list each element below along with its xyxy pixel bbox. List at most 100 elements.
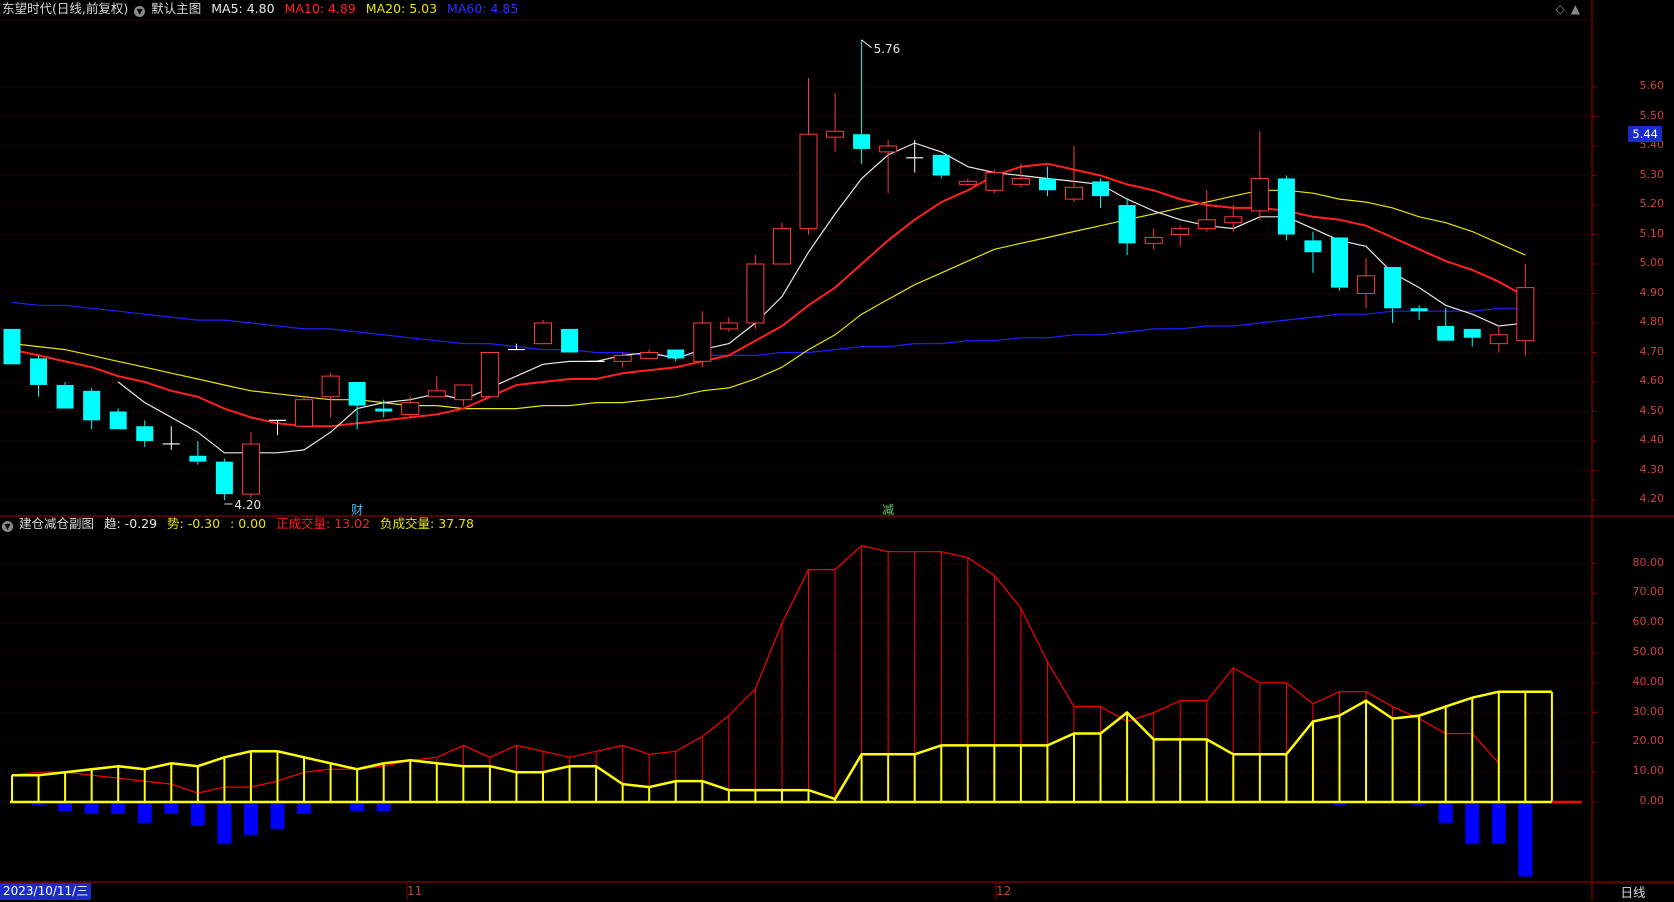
indicator-blue-bar xyxy=(350,802,365,811)
candle-up xyxy=(401,402,420,415)
candle-down xyxy=(1118,205,1136,244)
candle-up xyxy=(958,180,977,185)
stock-chart-app: 东望时代(日线,前复权) ▼ 默认主图 MA5: 4.80 MA10: 4.89 M… xyxy=(0,0,1674,901)
candle-down xyxy=(189,455,207,462)
start-date-label: 2023/10/11/三 xyxy=(0,883,92,900)
indicator-blue-bar xyxy=(164,802,179,814)
indicator-blue-bar xyxy=(376,802,391,811)
candle-up xyxy=(427,390,446,398)
candle-up xyxy=(719,322,738,330)
ma10-line xyxy=(11,162,1526,428)
candle-up xyxy=(693,322,712,362)
high-arrow xyxy=(861,39,872,49)
candle-down xyxy=(136,426,154,441)
candle-down xyxy=(375,408,393,412)
indicator-blue-bar xyxy=(190,802,205,826)
price-tick-label: 5.30 xyxy=(1639,167,1665,181)
candle-down xyxy=(1384,266,1402,309)
current-price-badge: 5.44 xyxy=(1628,126,1662,143)
candle-up xyxy=(1065,186,1083,200)
indicator-blue-bar xyxy=(58,802,73,811)
candle-up xyxy=(613,354,632,362)
indicator-blue-bar xyxy=(137,802,152,823)
candle-down xyxy=(1304,240,1322,253)
candle-down xyxy=(83,390,101,421)
candle-up xyxy=(534,322,552,345)
candle-up xyxy=(772,228,791,265)
candle-up xyxy=(640,352,659,359)
indicator-blue-bar xyxy=(1465,802,1480,844)
indicator-blue-bar xyxy=(297,802,312,814)
candle-down xyxy=(667,349,685,359)
candle-down xyxy=(1092,181,1110,197)
candle-down xyxy=(561,328,579,353)
candle-up xyxy=(746,263,765,324)
indicator-tick-label: 0.00 xyxy=(1639,794,1665,807)
indicator-tick-label: 80.00 xyxy=(1632,555,1665,569)
candle-down xyxy=(348,382,366,406)
price-tick-label: 4.90 xyxy=(1639,285,1665,299)
price-tick-label: 5.00 xyxy=(1639,256,1665,269)
indicator-blue-bar xyxy=(1518,802,1533,877)
candle-up xyxy=(1250,177,1269,212)
period-selector[interactable]: 日线 xyxy=(1592,883,1674,902)
candle-up xyxy=(1171,228,1190,236)
indicator-tick-label: 40.00 xyxy=(1632,674,1665,688)
price-tick-label: 4.50 xyxy=(1639,403,1665,417)
candle-up xyxy=(241,443,260,495)
price-tick-label: 4.30 xyxy=(1639,462,1665,476)
candle-up xyxy=(799,133,818,230)
month-label-11: 11 xyxy=(407,884,423,898)
indicator-tick-label: 20.00 xyxy=(1632,734,1665,748)
indicator-tick-label: 50.00 xyxy=(1632,645,1665,658)
ma5-line xyxy=(117,142,1526,454)
candle-up xyxy=(1516,287,1535,342)
price-tick-label: 4.70 xyxy=(1639,344,1665,358)
indicator-tick-label: 60.00 xyxy=(1632,615,1665,629)
indicator-blue-bar xyxy=(1438,802,1453,823)
price-tick-label: 5.50 xyxy=(1639,108,1665,122)
event-marker-cai: 财 xyxy=(351,503,363,517)
indicator-axis: 80.00 70.00 60.00 50.00 40.00 30.00 20.00 10.00… xyxy=(1592,515,1674,883)
candle-down xyxy=(3,328,21,365)
candle-down xyxy=(215,461,233,495)
candle-down xyxy=(1437,325,1455,341)
indicator-tick-label: 30.00 xyxy=(1632,704,1665,718)
chart-canvas[interactable]: 5.76 4.20 财 减 xyxy=(0,0,1674,901)
candle-up xyxy=(1224,216,1243,224)
price-tick-label: 5.60 xyxy=(1639,79,1665,92)
indicator-blue-bar xyxy=(111,802,126,814)
candle-up xyxy=(826,130,845,138)
price-tick-label: 4.80 xyxy=(1639,315,1665,328)
candle-down xyxy=(1038,178,1056,191)
indicator-blue-bar xyxy=(243,802,258,835)
indicator-blue-bar xyxy=(1491,802,1506,844)
candle-down xyxy=(30,358,48,385)
indicator-blue-bar xyxy=(217,802,232,844)
candle-up xyxy=(1197,219,1216,230)
candle-down xyxy=(109,411,127,430)
high-price-label: 5.76 xyxy=(874,42,901,56)
month-label-12: 12 xyxy=(996,884,1012,898)
event-marker-jian: 减 xyxy=(882,503,894,517)
candle-up xyxy=(985,172,1004,191)
candle-up xyxy=(879,145,898,153)
price-tick-label: 4.40 xyxy=(1639,433,1665,446)
low-price-label: 4.20 xyxy=(234,498,261,512)
candle-down xyxy=(1331,237,1348,288)
candle-down xyxy=(1463,328,1481,338)
indicator-tick-label: 70.00 xyxy=(1632,585,1665,599)
indicator-tick-label: 10.00 xyxy=(1632,764,1665,778)
candle-up xyxy=(1011,177,1030,185)
price-axis: 5.60 5.50 5.40 5.30 5.20 5.10 5.00 4.90 4.80 4.70… xyxy=(1592,0,1674,515)
indicator-blue-bar xyxy=(84,802,99,814)
candle-up xyxy=(1489,334,1508,345)
candle-down xyxy=(1410,308,1428,312)
price-tick-label: 4.20 xyxy=(1639,492,1665,505)
candle-up xyxy=(295,399,314,427)
candle-up xyxy=(1144,236,1163,244)
candle-down xyxy=(56,384,74,409)
price-tick-label: 5.10 xyxy=(1639,226,1665,240)
ma20-line xyxy=(11,189,1526,410)
candle-up xyxy=(321,375,340,398)
